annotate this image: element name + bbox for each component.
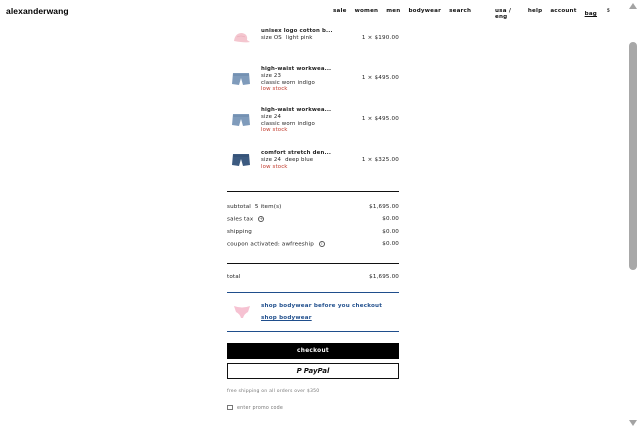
- item-size: size 24: [261, 113, 282, 120]
- sales-tax-label: sales tax: [227, 216, 254, 223]
- paypal-button[interactable]: P PayPal: [227, 363, 399, 379]
- total-value: $1,695.00: [369, 274, 399, 280]
- bodywear-product-icon: [234, 306, 250, 318]
- shipping-label: shipping: [227, 229, 252, 235]
- bag-count: 5: [607, 8, 610, 13]
- cart-item: unisex logo cotton b... size OS light pin…: [227, 28, 399, 48]
- bag-link[interactable]: bag 5: [585, 8, 618, 20]
- info-icon[interactable]: i: [318, 241, 325, 247]
- cart-item: high-waist workwea... size 24 classic wo…: [227, 107, 399, 137]
- subtotal-label: subtotal: [227, 204, 252, 210]
- denim-shorts-icon[interactable]: [231, 113, 251, 127]
- promo-code-label: enter promo code: [237, 406, 284, 411]
- nav-women[interactable]: women: [355, 8, 379, 14]
- item-color: classic worn indigo: [261, 79, 315, 86]
- brand-logo[interactable]: alexanderwang: [6, 6, 69, 16]
- subtotal-count: 5 item(s): [254, 204, 282, 210]
- scroll-thumb[interactable]: [629, 42, 637, 270]
- promo-headline: shop bodywear before you checkout: [261, 303, 383, 309]
- subtotal-value: $1,695.00: [369, 204, 399, 210]
- main-nav: sale women men bodywear search: [333, 8, 479, 14]
- promo-code-toggle[interactable]: enter promo code: [227, 405, 283, 411]
- low-stock-badge: low stock: [261, 127, 288, 134]
- bag-label: bag: [584, 10, 598, 17]
- dark-denim-shorts-icon[interactable]: [231, 153, 251, 167]
- cart-item: high-waist workwea... size 23 classic wo…: [227, 66, 399, 96]
- denim-shorts-icon[interactable]: [231, 72, 251, 86]
- nav-search[interactable]: search: [449, 8, 471, 14]
- promo-divider-bottom: [227, 331, 399, 332]
- site-header: alexanderwang sale women men bodywear se…: [0, 0, 626, 24]
- coupon-value: $0.00: [382, 241, 399, 247]
- coupon-label: coupon activated: awfreeship: [227, 241, 314, 248]
- account-link[interactable]: account: [550, 8, 576, 20]
- scroll-up-arrow-icon[interactable]: [629, 3, 637, 9]
- shipping-value: $0.00: [382, 229, 399, 235]
- item-qty-price: 1 × $495.00: [361, 116, 399, 122]
- item-qty-price: 1 × $190.00: [361, 35, 399, 41]
- item-color: light pink: [285, 34, 313, 41]
- help-link[interactable]: help: [528, 8, 543, 20]
- nav-men[interactable]: men: [386, 8, 400, 14]
- sales-tax-value: $0.00: [382, 216, 399, 222]
- item-name[interactable]: unisex logo cotton b...: [261, 28, 333, 35]
- item-name[interactable]: high-waist workwea...: [261, 66, 331, 73]
- scroll-down-arrow-icon[interactable]: [629, 420, 637, 426]
- item-color: classic worn indigo: [261, 120, 315, 127]
- item-details: high-waist workwea... size 24 classic wo…: [261, 107, 331, 134]
- bodywear-promo: shop bodywear before you checkout shop b…: [227, 293, 399, 331]
- item-details: high-waist workwea... size 23 classic wo…: [261, 66, 331, 93]
- item-size: size 24: [261, 156, 282, 163]
- promo-tag-icon: [227, 405, 233, 410]
- low-stock-badge: low stock: [261, 86, 288, 93]
- checkout-button[interactable]: checkout: [227, 343, 399, 359]
- item-name[interactable]: comfort stretch den...: [261, 150, 331, 157]
- pink-cap-icon[interactable]: [231, 31, 251, 45]
- info-plus-icon[interactable]: +: [258, 216, 265, 222]
- page-scrollbar[interactable]: [626, 0, 640, 430]
- item-details: unisex logo cotton b... size OS light pin…: [261, 28, 333, 42]
- item-qty-price: 1 × $325.00: [361, 157, 399, 163]
- shop-bodywear-link[interactable]: shop bodywear: [261, 315, 312, 321]
- low-stock-badge: low stock: [261, 163, 288, 170]
- cart-item: comfort stretch den... size 24 deep blue …: [227, 150, 399, 174]
- divider: [227, 191, 399, 192]
- divider: [227, 263, 399, 264]
- item-size: size OS: [261, 34, 282, 41]
- locale-selector[interactable]: usa / eng: [495, 8, 520, 20]
- paypal-icon: P: [296, 367, 302, 375]
- nav-bodywear[interactable]: bodywear: [408, 8, 441, 14]
- item-qty-price: 1 × $495.00: [361, 75, 399, 81]
- item-size: size 23: [261, 72, 282, 79]
- free-shipping-note: free shipping on all orders over $350: [227, 389, 320, 394]
- utility-nav: usa / eng help account bag 5: [495, 8, 626, 20]
- nav-sale[interactable]: sale: [333, 8, 347, 14]
- item-color: deep blue: [285, 156, 314, 163]
- item-name[interactable]: high-waist workwea...: [261, 107, 331, 114]
- total-label: total: [227, 274, 241, 280]
- item-details: comfort stretch den... size 24 deep blue …: [261, 150, 331, 170]
- paypal-label: PayPal: [303, 367, 330, 375]
